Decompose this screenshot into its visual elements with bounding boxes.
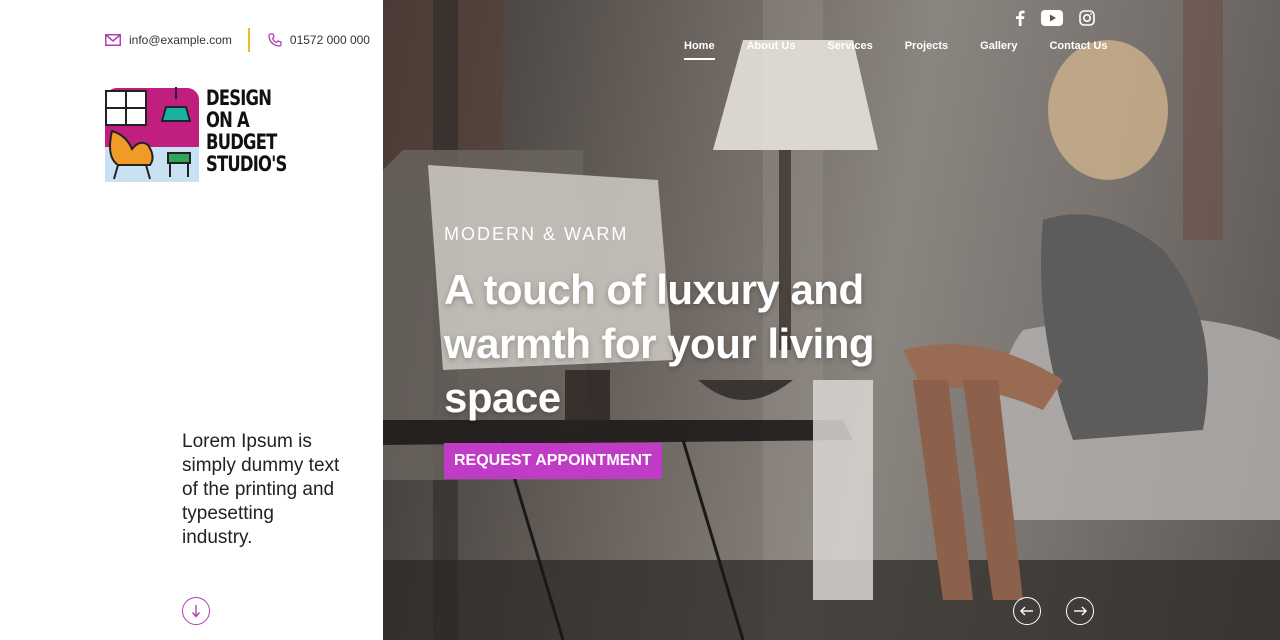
scroll-down-button[interactable]: [182, 597, 210, 625]
nav-about-us[interactable]: About Us: [747, 40, 796, 60]
request-appointment-button[interactable]: REQUEST APPOINTMENT: [444, 443, 662, 479]
email-text: info@example.com: [129, 33, 232, 47]
mail-icon: [105, 34, 121, 46]
arrow-left-icon: [1020, 606, 1033, 616]
logo-line-3: BUDGET: [206, 130, 277, 154]
phone-link[interactable]: 01572 000 000: [268, 33, 370, 47]
logo-line-4: STUDIO'S: [206, 152, 287, 176]
arrow-right-icon: [1074, 606, 1087, 616]
email-link[interactable]: info@example.com: [105, 33, 232, 47]
logo-line-1: DESIGN: [206, 86, 272, 110]
social-links: [1015, 10, 1095, 26]
logo-line-2: ON A: [206, 108, 250, 132]
nav-gallery[interactable]: Gallery: [980, 40, 1017, 60]
logo-illustration: [105, 87, 199, 182]
youtube-icon[interactable]: [1041, 10, 1063, 26]
nav-contact-us[interactable]: Contact Us: [1049, 40, 1107, 60]
instagram-icon[interactable]: [1079, 10, 1095, 26]
slider-controls: [1013, 597, 1094, 625]
main-nav: Home About Us Services Projects Gallery …: [684, 40, 1140, 60]
arrow-down-icon: [191, 605, 201, 618]
nav-projects[interactable]: Projects: [905, 40, 948, 60]
nav-services[interactable]: Services: [827, 40, 872, 60]
tagline: Lorem Ipsum is simply dummy text of the …: [182, 431, 340, 548]
facebook-icon[interactable]: [1015, 10, 1025, 26]
left-panel: info@example.com 01572 000 000 DESIGN ON…: [0, 0, 383, 640]
logo-wordmark: DESIGN ON A BUDGET STUDIO'S: [206, 86, 287, 176]
contact-bar: info@example.com 01572 000 000: [105, 28, 370, 52]
hero-section: Home About Us Services Projects Gallery …: [383, 0, 1280, 640]
prev-slide-button[interactable]: [1013, 597, 1041, 625]
hero-eyebrow: MODERN & WARM: [444, 224, 629, 244]
brand-logo[interactable]: DESIGN ON A BUDGET STUDIO'S: [104, 87, 309, 183]
next-slide-button[interactable]: [1066, 597, 1094, 625]
hero-headline: A touch of luxury and warmth for your li…: [444, 266, 875, 421]
divider: [247, 28, 250, 52]
phone-icon: [268, 33, 282, 47]
phone-text: 01572 000 000: [289, 33, 370, 47]
hero-content: MODERN & WARM A touch of luxury and warm…: [444, 224, 914, 479]
nav-home[interactable]: Home: [684, 40, 715, 60]
